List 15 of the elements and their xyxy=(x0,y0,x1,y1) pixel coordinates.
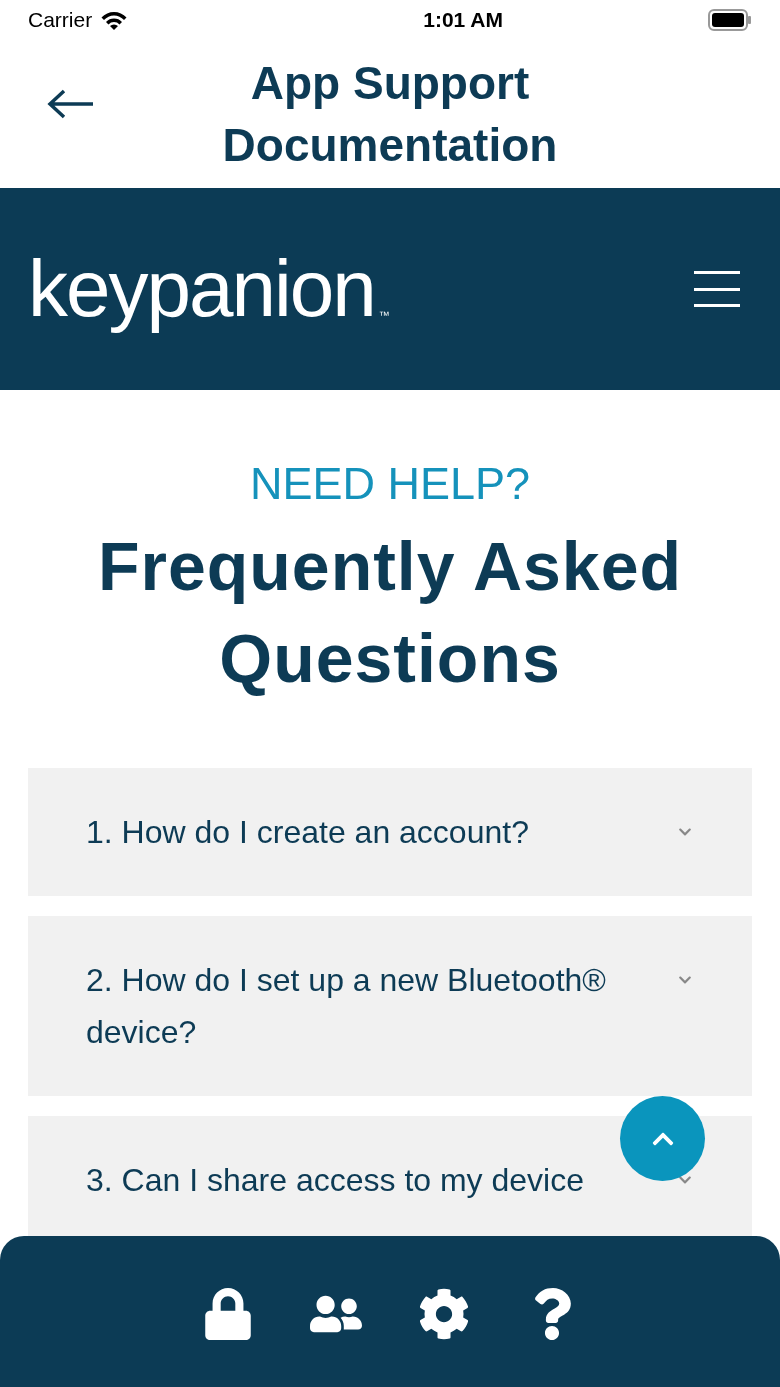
faq-item[interactable]: 1. How do I create an account? xyxy=(28,768,752,896)
faq-heading: Frequently Asked Questions xyxy=(96,527,684,698)
carrier-label: Carrier xyxy=(28,7,93,34)
clock-label: 1:01 AM xyxy=(423,7,503,34)
wifi-icon xyxy=(100,10,129,30)
menu-button[interactable] xyxy=(694,269,740,309)
settings-icon xyxy=(418,1288,470,1340)
faq-item[interactable]: 3. Can I share access to my device xyxy=(28,1116,752,1236)
back-arrow-icon xyxy=(47,89,95,119)
faq-item[interactable]: 2. How do I set up a new Bluetooth® device? xyxy=(28,916,752,1096)
section-eyebrow: NEED HELP? xyxy=(249,457,531,511)
screen-title: App Support Documentation xyxy=(221,56,559,173)
trademark-sign: ™ xyxy=(378,307,390,323)
lock-icon xyxy=(202,1288,254,1340)
battery-icon xyxy=(708,9,752,31)
